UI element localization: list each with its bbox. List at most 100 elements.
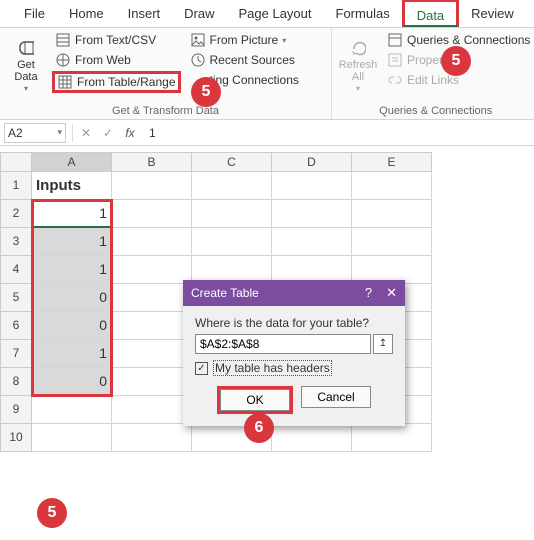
cell[interactable] <box>32 396 112 424</box>
cell[interactable] <box>112 312 192 340</box>
refresh-all-button[interactable]: Refresh All ▾ <box>338 31 378 103</box>
select-all-corner[interactable] <box>0 152 32 172</box>
row-header[interactable]: 10 <box>0 424 32 452</box>
ribbon-tabs: File Home Insert Draw Page Layout Formul… <box>0 0 534 28</box>
refresh-icon <box>350 41 366 57</box>
cell[interactable] <box>352 228 432 256</box>
cell[interactable] <box>352 172 432 200</box>
cell[interactable]: Inputs <box>32 172 112 200</box>
collapse-dialog-icon[interactable]: ↥ <box>373 334 393 354</box>
cell[interactable] <box>32 424 112 452</box>
table-range-icon <box>57 74 73 90</box>
cell[interactable] <box>112 284 192 312</box>
chevron-down-icon: ▾ <box>282 36 286 45</box>
cell[interactable] <box>112 340 192 368</box>
row-header[interactable]: 9 <box>0 396 32 424</box>
group-queries-connections: Refresh All ▾ Queries & Connections Prop… <box>332 28 534 119</box>
cell[interactable] <box>272 172 352 200</box>
chevron-down-icon: ▾ <box>24 85 28 94</box>
cell[interactable]: 1 <box>32 200 112 228</box>
row-header[interactable]: 6 <box>0 312 32 340</box>
recent-sources-button[interactable]: Recent Sources <box>187 51 302 69</box>
enter-formula-icon[interactable]: ✓ <box>97 126 119 140</box>
from-picture-button[interactable]: From Picture ▾ <box>187 31 302 49</box>
group-label-queries: Queries & Connections <box>338 103 533 117</box>
tab-formulas[interactable]: Formulas <box>324 0 402 27</box>
get-data-button[interactable]: Get Data ▾ <box>6 31 46 103</box>
from-web-button[interactable]: From Web <box>52 51 181 69</box>
name-box-value: A2 <box>8 126 23 140</box>
row-header[interactable]: 2 <box>0 200 32 228</box>
row-header[interactable]: 4 <box>0 256 32 284</box>
ok-button[interactable]: OK <box>220 389 290 411</box>
col-header-E[interactable]: E <box>352 152 432 172</box>
existing-connections-label: ting Connections <box>148 73 299 87</box>
step-badge-5c: 5 <box>37 498 67 528</box>
formula-value[interactable]: 1 <box>141 126 156 140</box>
cell[interactable] <box>112 172 192 200</box>
group-label-get-transform: Get & Transform Data <box>6 103 325 117</box>
cell[interactable]: 1 <box>32 340 112 368</box>
col-header-D[interactable]: D <box>272 152 352 172</box>
from-text-csv-button[interactable]: From Text/CSV <box>52 31 181 49</box>
cell[interactable] <box>192 228 272 256</box>
cell[interactable] <box>352 200 432 228</box>
name-box[interactable]: A2 ▾ <box>4 123 66 143</box>
cell[interactable] <box>352 424 432 452</box>
tab-page-layout[interactable]: Page Layout <box>227 0 324 27</box>
headers-checkbox[interactable]: ✓ <box>195 362 208 375</box>
cell[interactable] <box>112 200 192 228</box>
chevron-down-icon: ▾ <box>356 85 360 94</box>
cancel-formula-icon[interactable]: ✕ <box>75 126 97 140</box>
cell[interactable]: 0 <box>32 312 112 340</box>
from-web-icon <box>55 52 71 68</box>
cell[interactable] <box>192 172 272 200</box>
tab-insert[interactable]: Insert <box>116 0 173 27</box>
dialog-titlebar[interactable]: Create Table ? ✕ <box>183 280 405 306</box>
row-header[interactable]: 3 <box>0 228 32 256</box>
cell[interactable] <box>112 368 192 396</box>
cell[interactable]: 1 <box>32 256 112 284</box>
row-header[interactable]: 1 <box>0 172 32 200</box>
tab-draw[interactable]: Draw <box>172 0 226 27</box>
col-header-C[interactable]: C <box>192 152 272 172</box>
dialog-help-icon[interactable]: ? <box>365 285 372 301</box>
row-header[interactable]: 7 <box>0 340 32 368</box>
step-badge-6: 6 <box>244 413 274 443</box>
cell[interactable]: 1 <box>32 228 112 256</box>
edit-links-icon <box>387 72 403 88</box>
from-web-label: From Web <box>75 53 131 67</box>
dialog-close-icon[interactable]: ✕ <box>386 285 397 301</box>
row-header[interactable]: 5 <box>0 284 32 312</box>
cell[interactable] <box>192 200 272 228</box>
cell[interactable] <box>272 200 352 228</box>
cell[interactable]: 0 <box>32 284 112 312</box>
cell[interactable] <box>272 228 352 256</box>
cell[interactable] <box>112 396 192 424</box>
cell[interactable] <box>112 424 192 452</box>
queries-icon <box>387 32 403 48</box>
cell[interactable] <box>112 256 192 284</box>
text-csv-icon <box>55 32 71 48</box>
recent-sources-label: Recent Sources <box>210 53 295 67</box>
recent-icon <box>190 52 206 68</box>
range-input[interactable] <box>195 334 371 354</box>
cell[interactable]: 0 <box>32 368 112 396</box>
formula-bar: A2 ▾ ✕ ✓ fx 1 <box>0 120 534 146</box>
chevron-down-icon: ▾ <box>57 127 62 138</box>
row-header[interactable]: 8 <box>0 368 32 396</box>
tab-home[interactable]: Home <box>57 0 116 27</box>
col-header-B[interactable]: B <box>112 152 192 172</box>
cancel-button[interactable]: Cancel <box>301 386 371 408</box>
col-header-A[interactable]: A <box>32 152 112 172</box>
refresh-all-label: Refresh All <box>339 59 378 83</box>
dialog-prompt: Where is the data for your table? <box>195 316 393 330</box>
group-get-transform: Get Data ▾ From Text/CSV From Web From T… <box>0 28 332 119</box>
tab-file[interactable]: File <box>12 0 57 27</box>
headers-checkbox-label[interactable]: My table has headers <box>213 360 332 376</box>
fx-icon[interactable]: fx <box>119 126 141 140</box>
cell[interactable] <box>112 228 192 256</box>
tab-data[interactable]: Data <box>402 0 459 27</box>
tab-review[interactable]: Review <box>459 0 526 27</box>
cell[interactable] <box>272 424 352 452</box>
